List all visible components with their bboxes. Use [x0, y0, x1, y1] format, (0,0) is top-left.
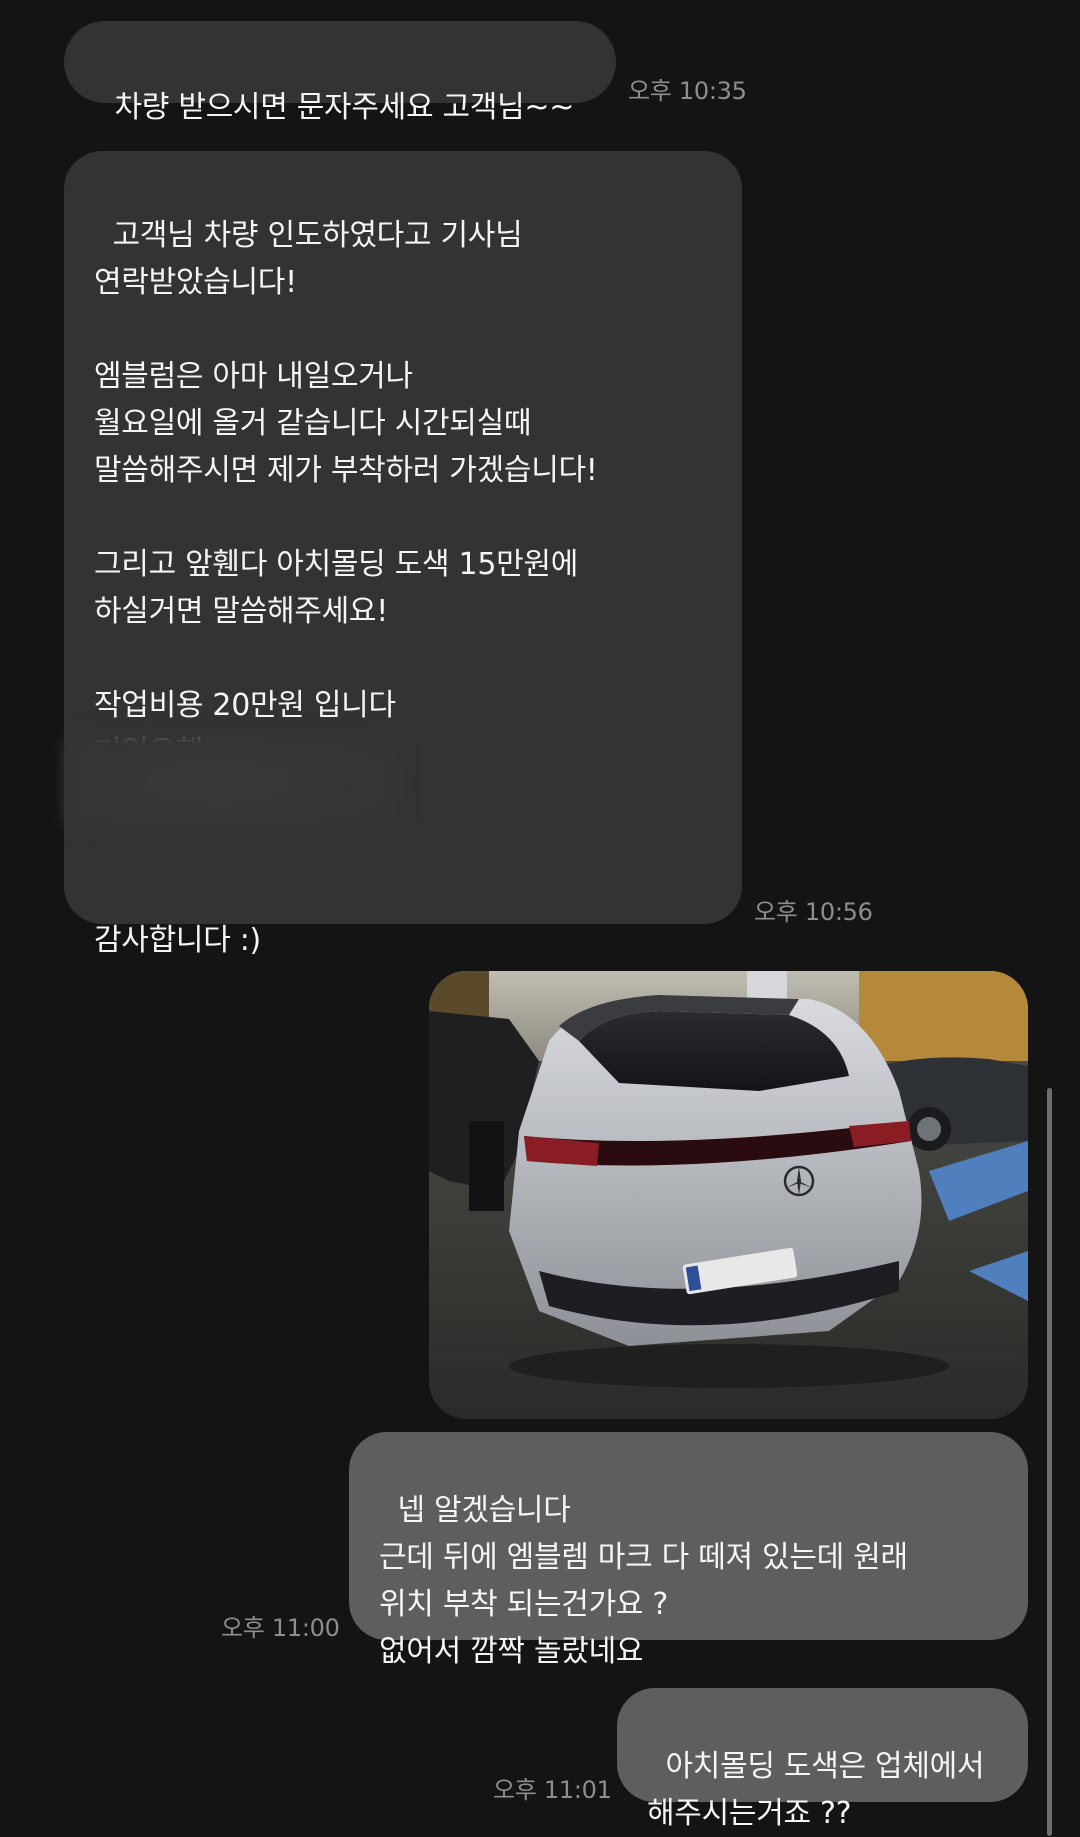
message-timestamp: 오후 11:01: [493, 1776, 612, 1804]
message-text: 차량 받으시면 문자주세요 고객님~~: [114, 90, 575, 125]
message-timestamp: 오후 10:35: [628, 77, 747, 105]
car-photo-thumbnail: [429, 971, 1028, 1419]
outgoing-message-bubble[interactable]: 아치몰딩 도색은 업체에서 해주시는거죠 ??: [617, 1688, 1028, 1831]
outgoing-message-bubble[interactable]: 넵 알겠습니다 근데 뒤에 엠블렘 마크 다 떼져 있는데 원래 위치 부착 되…: [349, 1432, 1028, 1669]
scrollbar[interactable]: [1047, 1088, 1052, 1836]
message-timestamp: 오후 10:56: [754, 898, 873, 926]
message-text: 고객님 차량 인도하였다고 기사님 연락받았습니다! 엠블럼은 아마 내일오거나…: [94, 218, 598, 958]
message-text: 아치몰딩 도색은 업체에서 해주시는거죠 ??: [647, 1749, 985, 1831]
message-timestamp: 오후 11:00: [221, 1614, 340, 1642]
redacted-account-info: [64, 732, 404, 832]
message-text: 넵 알겠습니다 근데 뒤에 엠블렘 마크 다 떼져 있는데 원래 위치 부착 되…: [379, 1493, 908, 1669]
photo-message[interactable]: [429, 971, 1028, 1419]
incoming-message-bubble[interactable]: 차량 받으시면 문자주세요 고객님~~: [64, 21, 616, 125]
